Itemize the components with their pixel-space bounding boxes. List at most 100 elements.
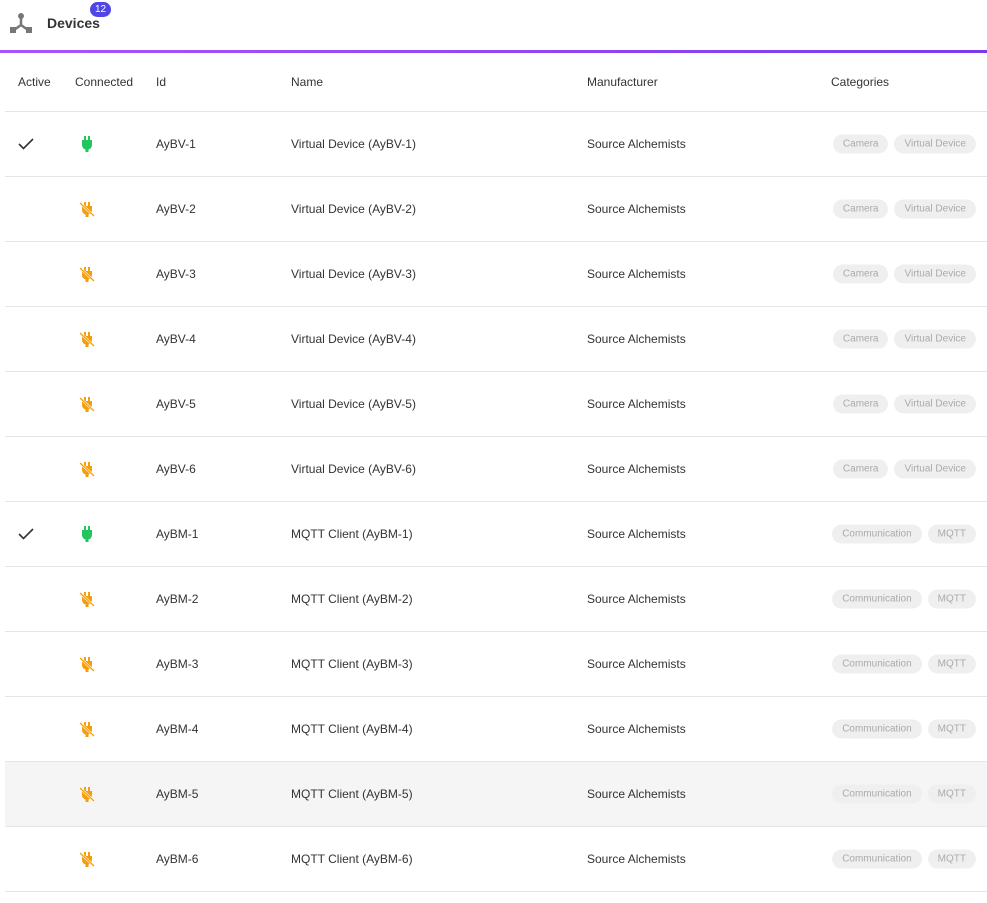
category-chip: Camera: [832, 329, 889, 349]
device-id: AyBM-3: [156, 657, 199, 671]
device-manufacturer: Source Alchemists: [587, 267, 686, 281]
device-manufacturer: Source Alchemists: [587, 852, 686, 866]
device-categories: Camera Virtual Device: [832, 329, 976, 349]
device-name: MQTT Client (AyBM-4): [291, 722, 413, 736]
device-name: Virtual Device (AyBV-2): [291, 202, 416, 216]
device-id: AyBV-2: [156, 202, 196, 216]
plug-disconnected-icon: [79, 591, 95, 607]
table-row[interactable]: AyBV-1 Virtual Device (AyBV-1) Source Al…: [5, 112, 987, 177]
device-categories: Camera Virtual Device: [832, 459, 976, 479]
plug-connected-icon: [81, 136, 93, 152]
device-name: Virtual Device (AyBV-5): [291, 397, 416, 411]
category-chip: Communication: [832, 719, 922, 739]
device-categories: Camera Virtual Device: [832, 264, 976, 284]
device-id: AyBV-1: [156, 137, 196, 151]
plug-connected-icon: [81, 526, 93, 542]
device-id: AyBV-6: [156, 462, 196, 476]
plug-disconnected-icon: [79, 266, 95, 282]
table-row[interactable]: AyBV-2 Virtual Device (AyBV-2) Source Al…: [5, 177, 987, 242]
device-categories: Camera Virtual Device: [832, 394, 976, 414]
category-chip: Camera: [832, 199, 889, 219]
devices-table: Active Connected Id Name Manufacturer Ca…: [5, 53, 987, 892]
device-name: MQTT Client (AyBM-3): [291, 657, 413, 671]
check-icon: [18, 528, 34, 540]
device-categories: Communication MQTT: [832, 719, 976, 739]
table-row[interactable]: AyBM-3 MQTT Client (AyBM-3) Source Alche…: [5, 632, 987, 697]
device-count-badge: 12: [90, 2, 112, 17]
plug-disconnected-icon: [79, 656, 95, 672]
device-hub-icon: [9, 12, 33, 34]
device-manufacturer: Source Alchemists: [587, 592, 686, 606]
plug-disconnected-icon: [79, 201, 95, 217]
category-chip: MQTT: [927, 589, 976, 609]
category-chip: Communication: [832, 654, 922, 674]
plug-disconnected-icon: [79, 396, 95, 412]
device-categories: Communication MQTT: [832, 589, 976, 609]
device-categories: Communication MQTT: [832, 654, 976, 674]
category-chip: Camera: [832, 394, 889, 414]
column-header-connected[interactable]: Connected: [75, 75, 133, 89]
device-id: AyBV-4: [156, 332, 196, 346]
category-chip: MQTT: [927, 654, 976, 674]
table-row[interactable]: AyBM-4 MQTT Client (AyBM-4) Source Alche…: [5, 697, 987, 762]
device-manufacturer: Source Alchemists: [587, 332, 686, 346]
table-row[interactable]: AyBV-4 Virtual Device (AyBV-4) Source Al…: [5, 307, 987, 372]
category-chip: Camera: [832, 459, 889, 479]
column-header-manufacturer[interactable]: Manufacturer: [587, 75, 658, 89]
category-chip: MQTT: [927, 784, 976, 804]
device-manufacturer: Source Alchemists: [587, 722, 686, 736]
device-name: MQTT Client (AyBM-5): [291, 787, 413, 801]
category-chip: Camera: [832, 264, 889, 284]
category-chip: Communication: [832, 849, 922, 869]
device-manufacturer: Source Alchemists: [587, 137, 686, 151]
category-chip: MQTT: [927, 524, 976, 544]
device-id: AyBM-5: [156, 787, 199, 801]
device-name: MQTT Client (AyBM-6): [291, 852, 413, 866]
plug-disconnected-icon: [79, 851, 95, 867]
category-chip: Virtual Device: [894, 394, 976, 414]
table-row[interactable]: AyBV-6 Virtual Device (AyBV-6) Source Al…: [5, 437, 987, 502]
plug-disconnected-icon: [79, 721, 95, 737]
device-manufacturer: Source Alchemists: [587, 527, 686, 541]
table-row[interactable]: AyBM-6 MQTT Client (AyBM-6) Source Alche…: [5, 827, 987, 892]
page-title: Devices: [47, 15, 100, 31]
table-row[interactable]: AyBM-5 MQTT Client (AyBM-5) Source Alche…: [5, 762, 987, 827]
device-name: Virtual Device (AyBV-3): [291, 267, 416, 281]
column-header-categories[interactable]: Categories: [831, 75, 889, 89]
device-categories: Communication MQTT: [832, 784, 976, 804]
category-chip: Virtual Device: [894, 134, 976, 154]
top-bar: Devices 12: [0, 0, 987, 50]
device-categories: Camera Virtual Device: [832, 134, 976, 154]
table-row[interactable]: AyBM-2 MQTT Client (AyBM-2) Source Alche…: [5, 567, 987, 632]
device-manufacturer: Source Alchemists: [587, 397, 686, 411]
category-chip: Virtual Device: [894, 329, 976, 349]
check-icon: [18, 138, 34, 150]
plug-disconnected-icon: [79, 786, 95, 802]
device-categories: Communication MQTT: [832, 849, 976, 869]
device-id: AyBM-1: [156, 527, 199, 541]
device-name: MQTT Client (AyBM-2): [291, 592, 413, 606]
table-header: Active Connected Id Name Manufacturer Ca…: [5, 53, 987, 112]
category-chip: MQTT: [927, 719, 976, 739]
device-id: AyBV-5: [156, 397, 196, 411]
category-chip: Communication: [832, 784, 922, 804]
device-categories: Camera Virtual Device: [832, 199, 976, 219]
column-header-id[interactable]: Id: [156, 75, 166, 89]
device-manufacturer: Source Alchemists: [587, 657, 686, 671]
device-name: Virtual Device (AyBV-1): [291, 137, 416, 151]
device-manufacturer: Source Alchemists: [587, 202, 686, 216]
column-header-name[interactable]: Name: [291, 75, 323, 89]
device-categories: Communication MQTT: [832, 524, 976, 544]
device-manufacturer: Source Alchemists: [587, 462, 686, 476]
category-chip: Communication: [832, 589, 922, 609]
column-header-active[interactable]: Active: [18, 75, 51, 89]
table-row[interactable]: AyBV-5 Virtual Device (AyBV-5) Source Al…: [5, 372, 987, 437]
table-row[interactable]: AyBM-1 MQTT Client (AyBM-1) Source Alche…: [5, 502, 987, 567]
category-chip: Virtual Device: [894, 199, 976, 219]
plug-disconnected-icon: [79, 461, 95, 477]
category-chip: MQTT: [927, 849, 976, 869]
device-id: AyBM-2: [156, 592, 199, 606]
category-chip: Virtual Device: [894, 459, 976, 479]
table-row[interactable]: AyBV-3 Virtual Device (AyBV-3) Source Al…: [5, 242, 987, 307]
category-chip: Communication: [832, 524, 922, 544]
